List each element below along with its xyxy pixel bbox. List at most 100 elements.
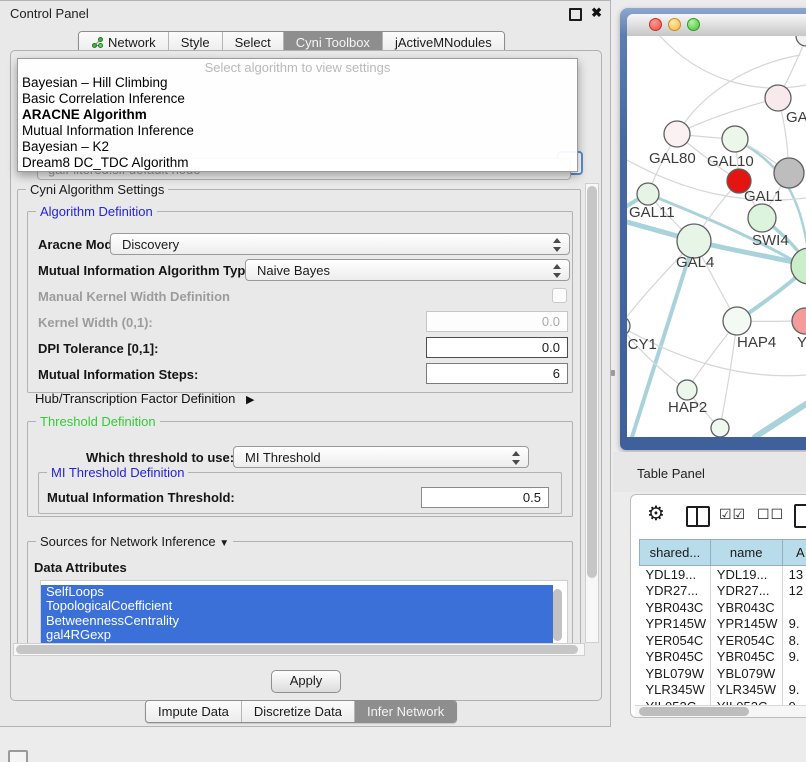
minimize-traffic-light-icon[interactable] [668, 18, 681, 31]
network-canvas[interactable]: GALGAL80GAL10GAL11GAL1GAL4SWI4GCY1HAP4YH… [627, 36, 806, 437]
tab-infer-network[interactable]: Infer Network [354, 701, 456, 722]
table-cell: YER054C [640, 632, 711, 649]
mi-threshold-label: Mutual Information Threshold: [47, 490, 235, 505]
table-cell: YPR145W [640, 616, 711, 633]
sources-title-text: Sources for Network Inference [40, 534, 216, 549]
sources-title[interactable]: Sources for Network Inference ▼ [36, 534, 233, 549]
node-table[interactable]: shared...nameAYDL19...YDL19...13YDR27...… [639, 539, 806, 715]
table-row[interactable]: YPR145WYPR145W9. [640, 616, 806, 633]
attribute-topologicalcoefficient[interactable]: TopologicalCoefficient [41, 599, 553, 613]
zoom-traffic-light-icon[interactable] [687, 18, 700, 31]
table-row[interactable]: YLR345WYLR345W9. [640, 682, 806, 699]
mi-type-select[interactable]: Naive Bayes [245, 259, 570, 281]
algorithm-option-bayesian-k2[interactable]: Bayesian – K2 [22, 139, 109, 155]
data-attributes-label: Data Attributes [34, 560, 127, 575]
table-icon[interactable] [794, 504, 806, 528]
close-traffic-light-icon[interactable] [649, 18, 662, 31]
attribute-gal4rgexp[interactable]: gal4RGexp [41, 628, 553, 642]
network-node-hap2[interactable] [677, 380, 697, 400]
table-cell: YBR045C [710, 649, 782, 666]
algorithm-option-mutual-information-inference[interactable]: Mutual Information Inference [22, 123, 194, 139]
network-node-gcy1[interactable] [627, 316, 630, 336]
algorithm-option-basic-correlation-inference[interactable]: Basic Correlation Inference [22, 91, 185, 107]
node-label: GAL1 [744, 188, 782, 205]
network-node[interactable] [774, 158, 804, 188]
gear-icon[interactable]: ⚙ [647, 501, 665, 526]
algorithm-option-bayesian-hill-climbing[interactable]: Bayesian – Hill Climbing [22, 75, 168, 91]
cyni-bottom-tabs: Impute DataDiscretize DataInfer Network [145, 700, 457, 723]
manual-kernel-checkbox[interactable] [552, 288, 567, 303]
table-cell: YBL079W [640, 665, 711, 682]
settings-vertical-scrollbar[interactable] [585, 183, 599, 643]
threshold-definition-title: Threshold Definition [36, 414, 160, 429]
hub-definition-expander[interactable]: Hub/Transcription Factor Definition ▶ [35, 391, 254, 406]
table-panel: ⚙ ☑☑ ☐☐ shared...nameAYDL19...YDL19...13… [630, 494, 806, 718]
network-node-gal1[interactable] [748, 204, 776, 232]
network-node-gal10[interactable] [722, 126, 748, 152]
dpi-tolerance-field[interactable]: 0.0 [426, 337, 568, 358]
which-threshold-value: MI Threshold [245, 450, 321, 465]
which-threshold-select[interactable]: MI Threshold [233, 446, 529, 468]
column-header-name[interactable]: name [710, 540, 782, 566]
table-cell: YDR27... [640, 583, 711, 600]
network-icon [91, 36, 104, 49]
node-label: GAL4 [676, 254, 714, 271]
algorithm-dropdown-popup: Select algorithm to view settings Bayesi… [17, 58, 578, 172]
mi-steps-label: Mutual Information Steps: [38, 367, 198, 382]
table-cell: 8. [782, 632, 806, 649]
hub-definition-label: Hub/Transcription Factor Definition [35, 391, 235, 406]
table-row[interactable]: YBL079WYBL079W [640, 665, 806, 682]
settings-horizontal-scrollbar[interactable] [13, 643, 585, 656]
network-node-hap4[interactable] [723, 307, 751, 335]
table-cell: YLR345W [640, 682, 711, 699]
column-view-icon[interactable] [686, 506, 710, 527]
algorithm-option-dream8-dc-tdc-algorithm[interactable]: Dream8 DC_TDC Algorithm [22, 155, 189, 171]
table-row[interactable]: YDL19...YDL19...13 [640, 566, 806, 583]
panel-splitter-handle[interactable] [611, 370, 615, 376]
close-icon[interactable]: ✖ [591, 5, 602, 21]
table-cell: YBR043C [710, 599, 782, 616]
table-horizontal-scrollbar[interactable] [635, 705, 806, 718]
aracne-mode-select[interactable]: Discovery [110, 233, 570, 255]
network-node-y[interactable] [792, 308, 806, 334]
network-node-gal11[interactable] [637, 183, 659, 205]
mi-threshold-field[interactable]: 0.5 [421, 487, 549, 508]
tab-discretize-data[interactable]: Discretize Data [241, 701, 354, 722]
network-node[interactable] [711, 419, 729, 437]
column-header-a[interactable]: A [782, 540, 806, 566]
select-all-icon[interactable]: ☑☑ [719, 506, 746, 523]
screen: Control Panel ✖ NetworkStyleSelectCyni T… [0, 0, 806, 762]
stepper-arrows-icon [553, 264, 561, 278]
node-label: GAL80 [649, 150, 696, 167]
table-cell: YDR27... [710, 583, 782, 600]
network-node-gal4[interactable] [677, 224, 711, 258]
network-node-gal[interactable] [765, 85, 791, 111]
float-window-icon[interactable] [569, 8, 582, 21]
network-node-gal80[interactable] [664, 121, 690, 147]
attribute-selfloops[interactable]: SelfLoops [41, 585, 553, 599]
network-edge[interactable] [720, 321, 737, 428]
table-cell: 13 [782, 566, 806, 583]
tab-impute-data[interactable]: Impute Data [146, 701, 241, 722]
table-cell [782, 599, 806, 616]
algorithm-option-aracne-algorithm[interactable]: ARACNE Algorithm [22, 107, 147, 123]
restore-panel-icon[interactable] [8, 750, 28, 762]
table-panel-title: Table Panel [637, 466, 705, 481]
manual-kernel-label: Manual Kernel Width Definition [38, 289, 230, 304]
network-edge[interactable] [755, 404, 806, 437]
list-scrollbar-thumb[interactable] [553, 589, 562, 641]
deselect-all-icon[interactable]: ☐☐ [757, 506, 784, 523]
data-attributes-list[interactable]: SelfLoopsTopologicalCoefficientBetweenne… [40, 580, 568, 643]
attribute-betweennesscentrality[interactable]: BetweennessCentrality [41, 614, 553, 628]
mi-steps-field[interactable]: 6 [426, 363, 568, 384]
network-node[interactable] [796, 36, 806, 46]
table-row[interactable]: YER054CYER054C8. [640, 632, 806, 649]
kernel-width-field[interactable]: 0.0 [426, 311, 568, 332]
table-row[interactable]: YBR043CYBR043C [640, 599, 806, 616]
table-row[interactable]: YDR27...YDR27...12 [640, 583, 806, 600]
network-window-titlebar[interactable] [627, 14, 806, 37]
column-header-shared[interactable]: shared... [640, 540, 711, 566]
table-row[interactable]: YBR045CYBR045C9. [640, 649, 806, 666]
apply-button[interactable]: Apply [271, 670, 341, 693]
node-label: HAP4 [737, 334, 776, 351]
